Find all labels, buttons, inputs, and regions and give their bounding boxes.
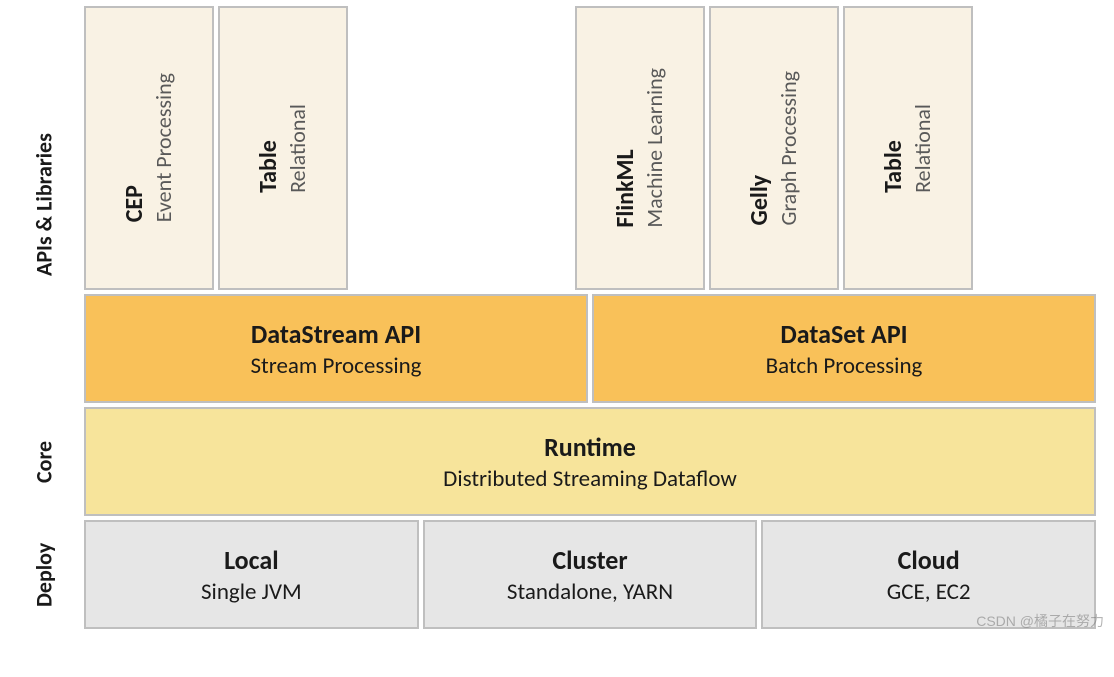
core-row: Runtime Distributed Streaming Dataflow bbox=[84, 407, 1096, 516]
libraries-left-group: CEP Event Processing Table Relational bbox=[84, 6, 348, 290]
lib-name: Gelly bbox=[744, 71, 775, 225]
core-subtitle: Distributed Streaming Dataflow bbox=[443, 465, 737, 493]
lib-table-batch: Table Relational bbox=[843, 6, 973, 290]
deploy-subtitle: Single JVM bbox=[201, 578, 302, 606]
lib-subtitle: Relational bbox=[909, 104, 938, 193]
deploy-name: Cloud bbox=[898, 544, 960, 576]
lib-subtitle: Graph Processing bbox=[775, 71, 804, 225]
lib-subtitle: Event Processing bbox=[150, 73, 179, 222]
core-runtime: Runtime Distributed Streaming Dataflow bbox=[84, 407, 1096, 516]
libraries-right-group: FlinkML Machine Learning Gelly Graph Pro… bbox=[575, 6, 973, 290]
lib-subtitle: Machine Learning bbox=[641, 68, 670, 228]
lib-flinkml: FlinkML Machine Learning bbox=[575, 6, 705, 290]
api-subtitle: Batch Processing bbox=[766, 352, 923, 380]
libraries-strip: CEP Event Processing Table Relational Fl… bbox=[84, 6, 1096, 290]
lib-name: Table bbox=[878, 104, 909, 193]
deploy-subtitle: Standalone, YARN bbox=[507, 578, 673, 606]
lib-table-stream: Table Relational bbox=[218, 6, 348, 290]
api-subtitle: Stream Processing bbox=[250, 352, 421, 380]
row-label-core: Core bbox=[4, 407, 84, 516]
libraries-gap bbox=[352, 6, 571, 290]
api-name: DataSet API bbox=[780, 318, 907, 350]
deploy-cluster: Cluster Standalone, YARN bbox=[423, 520, 758, 629]
deploy-local: Local Single JVM bbox=[84, 520, 419, 629]
deploy-name: Local bbox=[224, 544, 279, 576]
lib-gelly: Gelly Graph Processing bbox=[709, 6, 839, 290]
row-label-deploy: Deploy bbox=[4, 520, 84, 629]
lib-cep: CEP Event Processing bbox=[84, 6, 214, 290]
deploy-name: Cluster bbox=[552, 544, 627, 576]
apis-row: CEP Event Processing Table Relational Fl… bbox=[84, 6, 1096, 403]
api-name: DataStream API bbox=[251, 318, 421, 350]
api-datastream: DataStream API Stream Processing bbox=[84, 294, 588, 403]
api-strip: DataStream API Stream Processing DataSet… bbox=[84, 294, 1096, 403]
deploy-subtitle: GCE, EC2 bbox=[887, 578, 971, 606]
lib-name: Table bbox=[253, 104, 284, 193]
lib-subtitle: Relational bbox=[284, 104, 313, 193]
watermark: CSDN @橘子在努力 bbox=[976, 611, 1104, 631]
lib-name: FlinkML bbox=[610, 68, 641, 228]
api-dataset: DataSet API Batch Processing bbox=[592, 294, 1096, 403]
lib-name: CEP bbox=[119, 73, 150, 222]
architecture-diagram: APIs & Libraries CEP Event Processing Ta… bbox=[4, 6, 1114, 629]
deploy-row: Local Single JVM Cluster Standalone, YAR… bbox=[84, 520, 1096, 629]
core-name: Runtime bbox=[544, 431, 636, 463]
row-label-apis: APIs & Libraries bbox=[4, 6, 84, 403]
